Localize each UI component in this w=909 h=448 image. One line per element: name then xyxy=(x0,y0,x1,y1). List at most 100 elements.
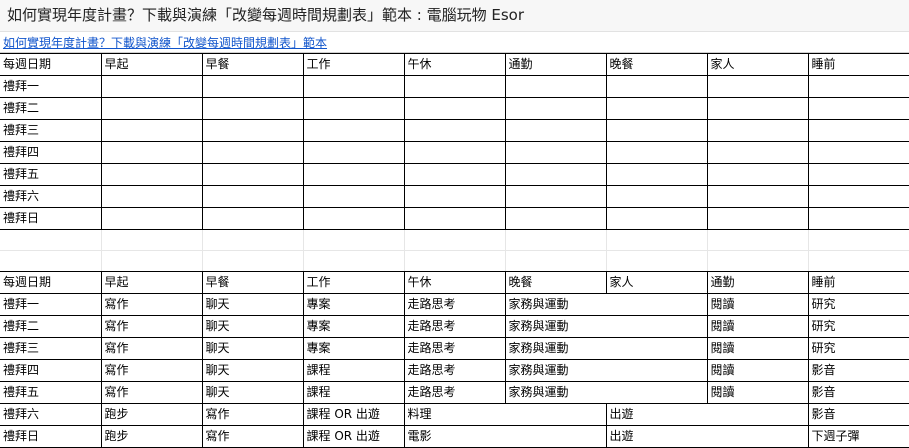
cell[interactable] xyxy=(707,207,809,230)
cell[interactable] xyxy=(606,207,708,230)
cell[interactable]: 走路思考 xyxy=(404,337,506,360)
cell[interactable]: 寫作 xyxy=(101,381,203,404)
cell[interactable] xyxy=(404,119,506,142)
cell[interactable] xyxy=(707,75,809,98)
header-cell[interactable]: 晚餐 xyxy=(505,271,607,294)
cell[interactable] xyxy=(606,185,708,208)
cell[interactable]: 課程 xyxy=(303,359,405,382)
day-cell[interactable]: 禮拜日 xyxy=(0,425,102,448)
header-cell[interactable]: 工作 xyxy=(303,53,405,76)
cell[interactable] xyxy=(303,97,405,120)
day-cell[interactable]: 禮拜二 xyxy=(0,315,102,338)
cell[interactable] xyxy=(505,163,607,186)
cell[interactable] xyxy=(404,207,506,230)
cell[interactable] xyxy=(404,141,506,164)
cell[interactable] xyxy=(303,141,405,164)
merged-cell[interactable]: 家務與運動 xyxy=(505,359,708,382)
cell[interactable]: 寫作 xyxy=(101,315,203,338)
cell[interactable] xyxy=(808,75,909,98)
cell[interactable] xyxy=(707,185,809,208)
cell[interactable]: 研究 xyxy=(808,337,909,360)
cell[interactable] xyxy=(202,163,304,186)
cell[interactable]: 研究 xyxy=(808,293,909,316)
merged-cell[interactable]: 電影 xyxy=(404,425,607,448)
cell[interactable] xyxy=(505,97,607,120)
cell[interactable] xyxy=(505,75,607,98)
cell[interactable] xyxy=(707,119,809,142)
day-cell[interactable]: 禮拜六 xyxy=(0,403,102,426)
day-cell[interactable]: 禮拜日 xyxy=(0,207,102,230)
empty-cell[interactable] xyxy=(808,250,909,271)
cell[interactable] xyxy=(606,163,708,186)
empty-cell[interactable] xyxy=(707,230,809,251)
header-cell[interactable]: 每週日期 xyxy=(0,53,102,76)
cell[interactable]: 研究 xyxy=(808,315,909,338)
cell[interactable]: 專案 xyxy=(303,293,405,316)
cell[interactable]: 閱讀 xyxy=(707,359,809,382)
empty-cell[interactable] xyxy=(303,230,405,251)
cell[interactable] xyxy=(505,141,607,164)
cell[interactable] xyxy=(606,141,708,164)
day-cell[interactable]: 禮拜三 xyxy=(0,337,102,360)
merged-cell[interactable]: 出遊 xyxy=(606,425,809,448)
empty-cell[interactable] xyxy=(606,230,708,251)
cell[interactable] xyxy=(808,97,909,120)
cell[interactable] xyxy=(303,185,405,208)
cell[interactable]: 閱讀 xyxy=(707,315,809,338)
cell[interactable]: 課程 OR 出遊 xyxy=(303,403,405,426)
day-cell[interactable]: 禮拜五 xyxy=(0,163,102,186)
cell[interactable] xyxy=(303,207,405,230)
merged-cell[interactable]: 家務與運動 xyxy=(505,293,708,316)
cell[interactable]: 寫作 xyxy=(101,293,203,316)
cell[interactable]: 聊天 xyxy=(202,293,304,316)
empty-cell[interactable] xyxy=(101,230,203,251)
cell[interactable]: 聊天 xyxy=(202,315,304,338)
cell[interactable] xyxy=(101,207,203,230)
cell[interactable] xyxy=(404,185,506,208)
empty-cell[interactable] xyxy=(404,250,506,271)
cell[interactable] xyxy=(808,207,909,230)
cell[interactable] xyxy=(808,141,909,164)
header-cell[interactable]: 午休 xyxy=(404,53,506,76)
header-cell[interactable]: 通勤 xyxy=(505,53,607,76)
cell[interactable]: 跑步 xyxy=(101,403,203,426)
cell[interactable] xyxy=(202,207,304,230)
day-cell[interactable]: 禮拜一 xyxy=(0,75,102,98)
header-cell[interactable]: 家人 xyxy=(606,271,708,294)
cell[interactable] xyxy=(808,185,909,208)
cell[interactable]: 專案 xyxy=(303,315,405,338)
empty-cell[interactable] xyxy=(101,250,203,271)
header-cell[interactable]: 早餐 xyxy=(202,271,304,294)
cell[interactable]: 影音 xyxy=(808,359,909,382)
cell[interactable]: 寫作 xyxy=(202,425,304,448)
merged-cell[interactable]: 家務與運動 xyxy=(505,315,708,338)
cell[interactable] xyxy=(707,141,809,164)
cell[interactable]: 閱讀 xyxy=(707,293,809,316)
cell[interactable]: 寫作 xyxy=(101,337,203,360)
cell[interactable] xyxy=(808,163,909,186)
empty-cell[interactable] xyxy=(202,230,304,251)
cell[interactable]: 走路思考 xyxy=(404,315,506,338)
header-cell[interactable]: 晚餐 xyxy=(606,53,708,76)
cell[interactable]: 走路思考 xyxy=(404,381,506,404)
empty-cell[interactable] xyxy=(202,250,304,271)
header-cell[interactable]: 通勤 xyxy=(707,271,809,294)
cell[interactable] xyxy=(101,97,203,120)
merged-cell[interactable]: 家務與運動 xyxy=(505,337,708,360)
cell[interactable]: 聊天 xyxy=(202,359,304,382)
cell[interactable] xyxy=(202,141,304,164)
empty-cell[interactable] xyxy=(404,230,506,251)
day-cell[interactable]: 禮拜一 xyxy=(0,293,102,316)
cell[interactable] xyxy=(202,119,304,142)
cell[interactable] xyxy=(202,97,304,120)
cell[interactable] xyxy=(101,141,203,164)
cell[interactable]: 走路思考 xyxy=(404,359,506,382)
header-cell[interactable]: 工作 xyxy=(303,271,405,294)
day-cell[interactable]: 禮拜五 xyxy=(0,381,102,404)
cell[interactable] xyxy=(101,119,203,142)
cell[interactable] xyxy=(101,75,203,98)
empty-cell[interactable] xyxy=(0,230,102,251)
day-cell[interactable]: 禮拜三 xyxy=(0,119,102,142)
cell[interactable] xyxy=(505,185,607,208)
header-cell[interactable]: 早起 xyxy=(101,53,203,76)
